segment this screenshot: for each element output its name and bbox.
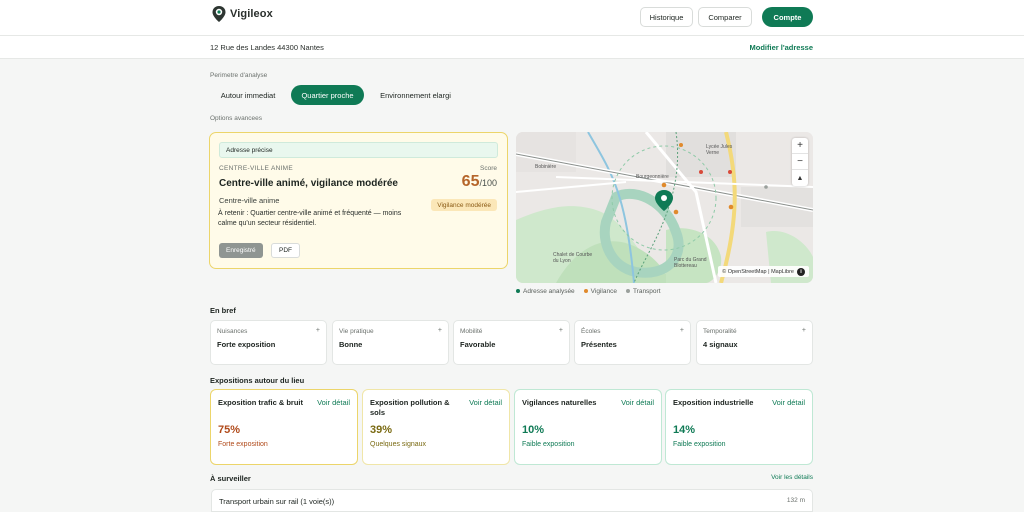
perimeter-option-neighborhood[interactable]: Quartier proche [291,85,364,105]
legend-dot-address [516,289,520,294]
brief-card-vie-pratique[interactable]: Vie pratique + Bonne [332,320,449,365]
expositions-section-title: Expositions autour du lieu [210,376,305,385]
score-number: 65 [461,173,480,190]
brief-card-ecoles[interactable]: Écoles + Présentes [574,320,691,365]
brief-value: Favorable [460,340,496,349]
legend-item-transport: Transport [625,288,661,295]
attribution-text[interactable]: © OpenStreetMap | MapLibre [722,269,794,275]
watch-item-label: Transport urbain sur rail (1 voie(s)) [219,497,335,506]
zoom-in-button[interactable]: + [792,138,808,154]
map-label-parc: Parc du Grand Blottereau [674,257,707,269]
brief-card-temporalite[interactable]: Temporalité + 4 signaux [696,320,813,365]
perimeter-label: Perimetre d'analyse [210,72,268,79]
legend-item-address: Adresse analysée [516,288,575,295]
expo-title: Vigilances naturelles [522,398,597,407]
logo-text: Vigileox [230,8,273,20]
legend-dot-transport [625,289,630,294]
brief-value: Présentes [581,340,617,349]
expo-status: Quelques signaux [370,441,427,448]
score-value: 65/100 [462,173,497,191]
score-max: /100 [479,178,497,188]
brief-label: Mobilité [460,328,483,335]
modify-address-link[interactable]: Modifier l'adresse [750,43,813,52]
expo-card-traffic[interactable]: Exposition trafic & bruit Voir détail 75… [210,389,358,465]
legend-dot-vigilance [583,289,588,294]
view-detail-link[interactable]: Voir détail [772,398,805,407]
brief-value: Forte exposition [217,340,276,349]
expand-icon[interactable]: + [680,327,684,334]
expo-status: Faible exposition [522,441,575,448]
address-bar: 12 Rue des Landes 44300 Nantes Modifier … [0,36,1024,59]
score-label: Score [480,165,497,172]
score-card-note: À retenir : Quartier centre-ville animé … [218,210,402,227]
legend-item-vigilance: Vigilance [583,288,617,295]
brief-label: Écoles [581,328,601,335]
view-all-details-link[interactable]: Voir les détails [771,474,813,481]
map-label-lycee: Lycée Jules Verne [706,144,733,156]
history-button[interactable]: Historique [640,7,693,27]
score-card-subtitle: Centre-ville anime [219,196,280,205]
map-label-bobiniere: Bobinière [535,164,557,170]
expo-title: Exposition trafic & bruit [218,398,304,407]
view-detail-link[interactable]: Voir détail [469,398,502,407]
advanced-options-toggle[interactable]: Options avancees [210,115,262,122]
zone-category: CENTRE-VILLE ANIME [219,165,294,172]
location-map[interactable]: Bobinière Bourgeonnière Chalet de Courbe… [516,132,813,283]
vigilance-badge: Vigilance modérée [431,199,497,211]
watch-section-title: À surveiller [210,474,251,483]
brief-card-mobilite[interactable]: Mobilité + Favorable [453,320,570,365]
map-label-chalet: Chalet de Courbe du Lyon [553,252,593,264]
zoom-out-button[interactable]: − [792,154,808,170]
view-detail-link[interactable]: Voir détail [317,398,350,407]
watch-item-distance: 132 m [786,497,805,504]
expand-icon[interactable]: + [438,327,442,334]
brief-section-title: En bref [210,306,236,315]
precise-address-badge: Adresse précise [219,142,498,158]
map-label-bourgeonniere: Bourgeonnière [636,174,669,180]
map-attribution: © OpenStreetMap | MapLibre i [718,266,809,277]
current-address: 12 Rue des Landes 44300 Nantes [210,43,324,52]
watch-list-item[interactable]: Transport urbain sur rail (1 voie(s)) 13… [211,489,813,512]
top-navigation-bar: Vigileox Historique Comparer Compte [0,0,1024,36]
account-button[interactable]: Compte [762,7,813,27]
expo-card-pollution[interactable]: Exposition pollution & sols Voir détail … [362,389,510,465]
perimeter-option-immediate[interactable]: Autour immediat [210,85,286,105]
expand-icon[interactable]: + [559,327,563,334]
view-detail-link[interactable]: Voir détail [621,398,654,407]
map-pin-logo-icon [212,6,226,22]
expo-status: Faible exposition [673,441,726,448]
expo-title: Exposition pollution & sols [370,398,450,417]
map-legend: Adresse analysée Vigilance Transport [516,288,661,295]
score-card: Adresse précise CENTRE-VILLE ANIME Score… [209,132,508,269]
expo-status: Forte exposition [218,441,268,448]
brief-value: Bonne [339,340,363,349]
expo-card-industrial[interactable]: Exposition industrielle Voir détail 14% … [665,389,813,465]
info-icon[interactable]: i [797,267,805,276]
expand-icon[interactable]: + [316,327,320,334]
brief-card-nuisances[interactable]: Nuisances + Forte exposition [210,320,327,365]
expo-percentage: 10% [522,424,545,436]
expo-percentage: 39% [370,424,393,436]
score-card-title: Centre-ville animé, vigilance modérée [219,178,398,189]
brief-label: Nuisances [217,328,248,335]
pdf-button[interactable]: PDF [271,243,300,258]
saved-button[interactable]: Enregistré [219,243,263,258]
expo-percentage: 75% [218,424,241,436]
expo-percentage: 14% [673,424,696,436]
brief-label: Vie pratique [339,328,374,335]
perimeter-option-extended[interactable]: Environnement elargi [369,85,462,105]
brief-value: 4 signaux [703,340,738,349]
map-zoom-controls: + − ▲ [792,138,808,186]
compare-button[interactable]: Comparer [698,7,752,27]
expo-title: Exposition industrielle [673,398,754,407]
brief-label: Temporalité [703,328,737,335]
logo[interactable]: Vigileox [211,5,273,23]
reset-north-button[interactable]: ▲ [792,170,808,186]
expand-icon[interactable]: + [802,327,806,334]
expo-card-natural[interactable]: Vigilances naturelles Voir détail 10% Fa… [514,389,662,465]
